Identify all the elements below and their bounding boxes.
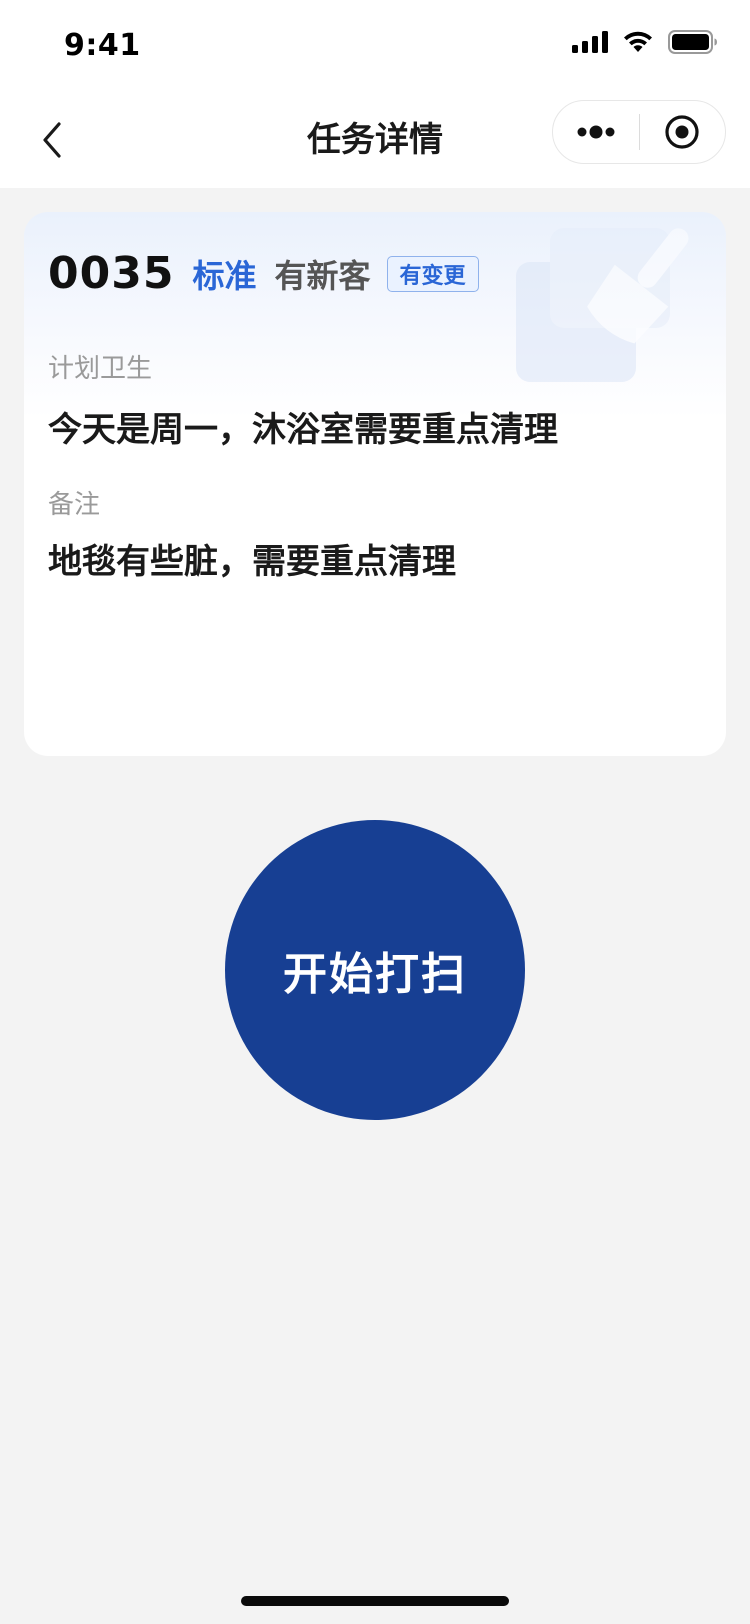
wifi-icon bbox=[624, 31, 652, 52]
mini-program-capsule bbox=[552, 100, 726, 164]
start-cleaning-label: 开始打扫 bbox=[283, 949, 467, 1000]
plan-value: 今天是周一，沐浴室需要重点清理 bbox=[48, 410, 558, 450]
status-time: 9:41 bbox=[64, 28, 141, 63]
plan-label: 计划卫生 bbox=[48, 354, 153, 384]
start-cleaning-button[interactable]: 开始打扫 bbox=[225, 820, 525, 1120]
signal-icon bbox=[572, 31, 608, 53]
task-card: 0035 标准 有新客 有变更 计划卫生 今天是周一，沐浴室需要重点清理 备注 … bbox=[24, 212, 726, 756]
more-icon bbox=[577, 125, 615, 139]
cleaning-brush-icon bbox=[516, 228, 689, 382]
room-number: 0035 bbox=[48, 248, 175, 299]
status-bar: 9:41 bbox=[0, 0, 750, 92]
close-mini-program-button[interactable] bbox=[640, 101, 726, 163]
note-label: 备注 bbox=[48, 490, 101, 520]
room-type: 标准 bbox=[192, 256, 257, 295]
status-icons bbox=[572, 30, 718, 54]
chevron-left-icon bbox=[43, 122, 61, 158]
navigation-bar: 任务详情 bbox=[0, 92, 750, 188]
home-indicator[interactable] bbox=[241, 1596, 509, 1606]
note-value: 地毯有些脏，需要重点清理 bbox=[48, 542, 456, 582]
target-icon bbox=[665, 115, 699, 149]
change-badge: 有变更 bbox=[386, 255, 479, 292]
battery-icon bbox=[668, 30, 717, 54]
more-button[interactable] bbox=[553, 101, 639, 163]
back-button[interactable] bbox=[22, 110, 82, 170]
guest-status: 有新客 bbox=[274, 256, 371, 295]
task-card-header: 0035 标准 有新客 有变更 bbox=[48, 248, 479, 299]
